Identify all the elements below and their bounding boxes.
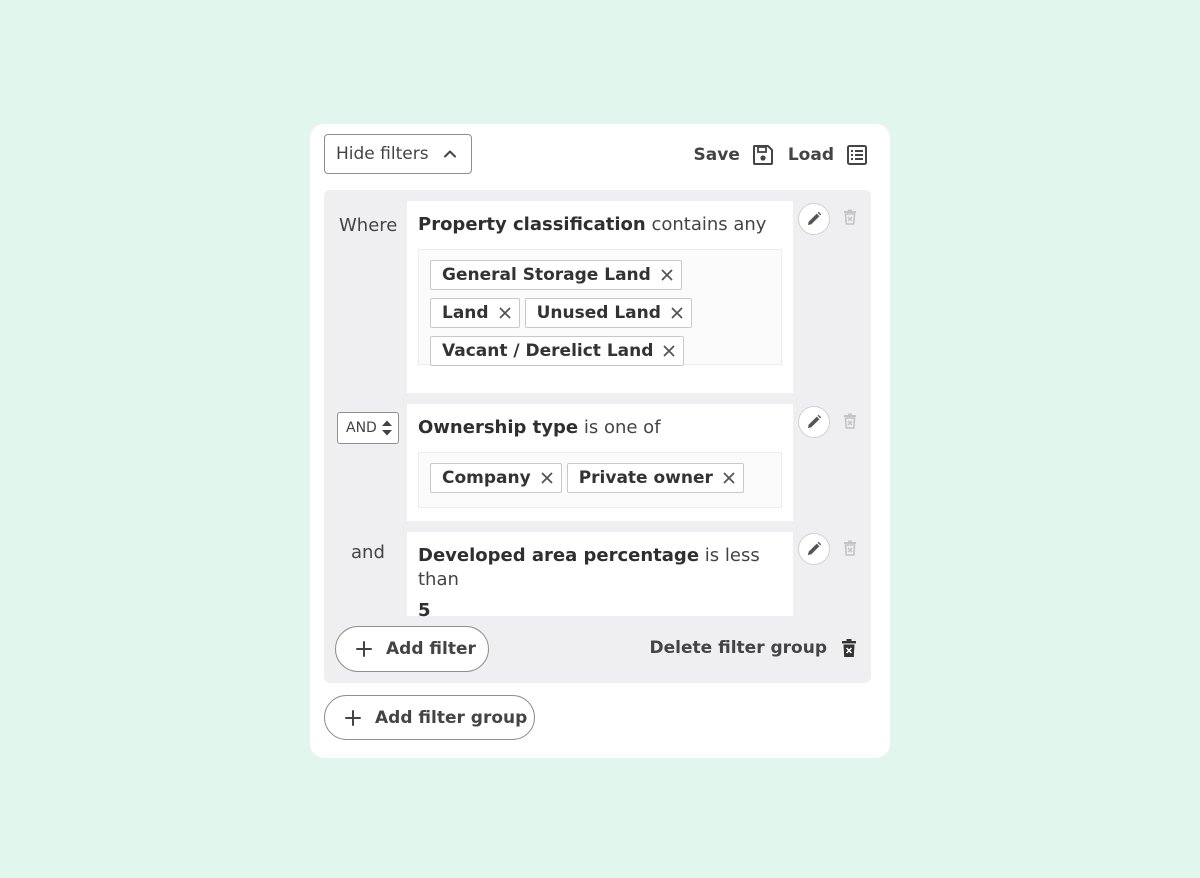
chip: Vacant / Derelict Land bbox=[430, 336, 685, 366]
chevron-up-icon bbox=[443, 147, 457, 161]
filter-condition: Property classification contains any bbox=[418, 213, 782, 237]
load-button[interactable]: Load bbox=[788, 144, 868, 166]
close-icon[interactable] bbox=[541, 472, 553, 484]
filter-card-developed-area: Developed area percentage is less than 5 bbox=[407, 532, 793, 621]
close-icon[interactable] bbox=[661, 269, 673, 281]
save-load-toolbar: Save Load bbox=[694, 142, 868, 168]
delete-filter-button[interactable] bbox=[842, 208, 858, 226]
chip-list: General Storage Land Land Unused Land Va… bbox=[418, 249, 782, 366]
edit-filter-button[interactable] bbox=[798, 406, 830, 438]
plus-icon bbox=[356, 641, 372, 657]
list-icon bbox=[847, 145, 867, 165]
filter-panel: Hide filters Save Load Where Property cl… bbox=[310, 124, 890, 758]
add-filter-button[interactable]: Add filter bbox=[335, 626, 489, 672]
filter-card-ownership-type: Ownership type is one of Company Private… bbox=[407, 404, 793, 521]
sort-arrows-icon bbox=[381, 420, 392, 436]
edit-filter-button[interactable] bbox=[798, 203, 830, 235]
filter-field: Developed area percentage bbox=[418, 545, 700, 566]
filter-condition: Ownership type is one of bbox=[418, 416, 782, 440]
chip: Company bbox=[430, 463, 562, 493]
close-icon[interactable] bbox=[671, 307, 683, 319]
load-label: Load bbox=[787, 145, 834, 165]
conjunction-select[interactable]: AND bbox=[337, 412, 399, 444]
chip: Land bbox=[430, 298, 520, 328]
close-icon[interactable] bbox=[663, 345, 675, 357]
chip: Private owner bbox=[566, 463, 744, 493]
trash-icon bbox=[844, 540, 856, 556]
delete-filter-group-label: Delete filter group bbox=[649, 638, 827, 658]
filter-group: Where Property classification contains a… bbox=[324, 190, 871, 683]
close-icon[interactable] bbox=[723, 472, 735, 484]
filter-card-property-classification: Property classification contains any Gen… bbox=[407, 201, 793, 393]
conjunction-where: Where bbox=[339, 215, 398, 236]
filter-field: Ownership type bbox=[418, 417, 579, 438]
delete-filter-button[interactable] bbox=[842, 412, 858, 430]
plus-icon bbox=[345, 709, 361, 726]
trash-icon bbox=[844, 209, 856, 225]
chip: General Storage Land bbox=[430, 260, 682, 290]
trash-icon bbox=[844, 413, 856, 429]
pencil-icon bbox=[808, 211, 822, 225]
filter-operator: is one of bbox=[583, 417, 661, 438]
edit-filter-button[interactable] bbox=[798, 533, 830, 565]
trash-icon bbox=[842, 639, 856, 657]
save-label: Save bbox=[693, 145, 740, 165]
hide-filters-label: Hide filters bbox=[336, 144, 429, 164]
chip-label: Private owner bbox=[578, 468, 713, 488]
chip: Unused Land bbox=[524, 298, 692, 328]
filter-value: 5 bbox=[418, 600, 431, 621]
filter-field: Property classification bbox=[418, 214, 646, 235]
delete-filter-group-button[interactable]: Delete filter group bbox=[650, 636, 857, 660]
filter-condition: Developed area percentage is less than bbox=[418, 544, 782, 592]
chip-label: Company bbox=[442, 468, 531, 488]
floppy-disk-icon bbox=[752, 145, 773, 165]
chip-label: General Storage Land bbox=[442, 265, 651, 285]
close-icon[interactable] bbox=[499, 307, 511, 319]
save-button[interactable]: Save bbox=[694, 144, 774, 166]
chip-label: Vacant / Derelict Land bbox=[442, 341, 654, 361]
chip-label: Unused Land bbox=[536, 303, 661, 323]
conjunction-select-label: AND bbox=[346, 420, 377, 436]
chip-label: Land bbox=[442, 303, 489, 323]
chip-list: Company Private owner bbox=[418, 452, 782, 508]
add-filter-label: Add filter bbox=[386, 639, 476, 659]
pencil-icon bbox=[808, 541, 822, 555]
pencil-icon bbox=[808, 414, 822, 428]
conjunction-and: and bbox=[351, 542, 385, 563]
filter-operator: contains any bbox=[651, 214, 767, 235]
hide-filters-button[interactable]: Hide filters bbox=[324, 134, 472, 174]
add-filter-group-label: Add filter group bbox=[375, 707, 528, 728]
add-filter-group-button[interactable]: Add filter group bbox=[324, 695, 535, 740]
delete-filter-button[interactable] bbox=[842, 539, 858, 557]
